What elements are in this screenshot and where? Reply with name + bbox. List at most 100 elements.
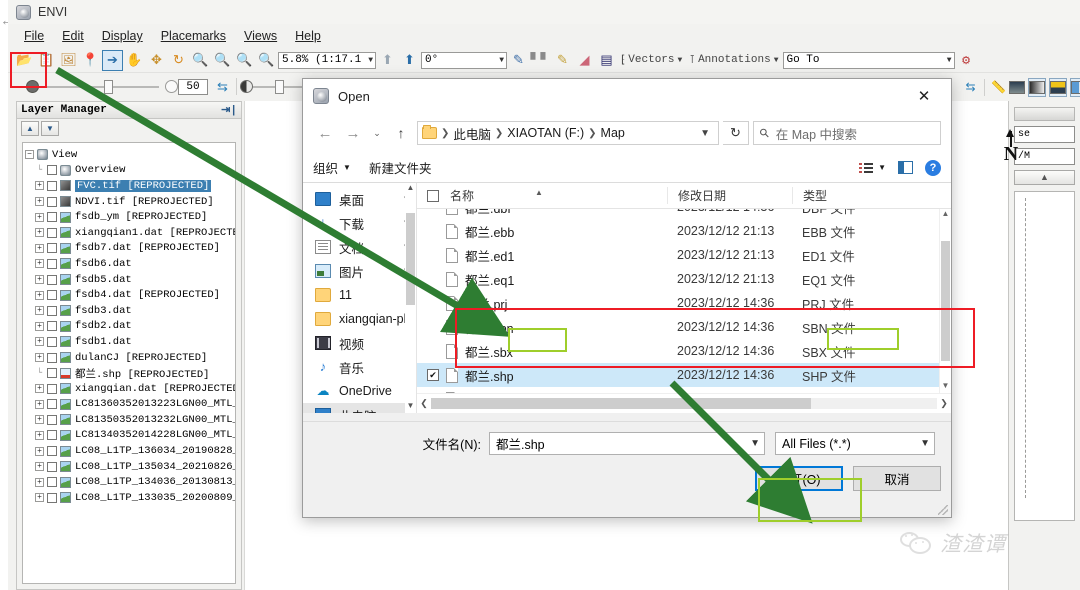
file-row[interactable]: 都兰.sbx 2023/12/12 14:36 SBX 文件 [417, 339, 939, 363]
placemark-pin-icon[interactable]: 📍 [80, 50, 101, 71]
roi-pen-icon[interactable]: ✎ [508, 50, 529, 71]
layer-visibility-checkbox[interactable] [47, 399, 57, 410]
layer-visibility-checkbox[interactable] [47, 383, 57, 394]
zoom-to-selection-icon[interactable]: 🔍 [256, 50, 277, 71]
scroll-left-icon[interactable]: ❮ [417, 398, 431, 409]
organize-menu[interactable]: 组织 ▼ [313, 158, 351, 177]
expand-toggle-icon[interactable]: + [35, 259, 44, 269]
panel-tree-list[interactable] [1014, 191, 1075, 521]
scroll-right-icon[interactable]: ❯ [937, 398, 951, 409]
layer-row[interactable]: + fsdb1.dat [25, 334, 233, 350]
contrast-slider-handle[interactable] [275, 79, 284, 94]
move-layer-down-button[interactable]: ▼ [41, 121, 59, 136]
error-badge-icon[interactable]: ⚙ [956, 50, 977, 71]
menu-views[interactable]: Views [236, 27, 285, 45]
layer-row[interactable]: + dulanCJ [REPROJECTED] [25, 350, 233, 366]
sidebar-item-下载[interactable]: ↓下载✒ [303, 211, 416, 235]
collapse-toggle-icon[interactable]: − [25, 150, 34, 160]
layer-row[interactable]: + NDVI.tif [REPROJECTED] [25, 194, 233, 210]
expand-toggle-icon[interactable]: + [35, 181, 44, 191]
layer-visibility-checkbox[interactable] [47, 258, 57, 269]
zoom-out-icon[interactable]: 🔍 [234, 50, 255, 71]
contrast-track-left[interactable] [253, 85, 275, 88]
zoom-level-combobox[interactable]: 5.8% (1:17.1 ▼ [278, 51, 376, 69]
file-row[interactable]: 都兰.prj 2023/12/12 14:36 PRJ 文件 [417, 291, 939, 315]
new-folder-button[interactable]: 新建文件夹 [369, 158, 432, 177]
vectors-menu[interactable]: ⁅ Vectors ▼ [618, 50, 685, 71]
sidebar-item-此电脑[interactable]: 此电脑 [303, 403, 416, 413]
file-rows-container[interactable]: 都兰.dbf2023/12/12 14:36DBF 文件都兰.ebb2023/1… [417, 209, 939, 393]
column-header-name[interactable]: 名称 ▲ [417, 187, 667, 204]
sidebar-item-桌面[interactable]: 桌面✒ [303, 187, 416, 211]
forward-button[interactable]: → [341, 121, 365, 145]
layer-visibility-checkbox[interactable] [47, 274, 57, 285]
fit-to-window-icon[interactable]: ✥ [146, 50, 167, 71]
layer-tree-root[interactable]: − View [25, 147, 233, 163]
scroll-up-icon[interactable]: ▲ [405, 183, 416, 195]
layer-row[interactable]: + LC08_L1TP_134036_20130813_ [25, 474, 235, 490]
layer-row[interactable]: + LC08_L1TP_133035_20200809_ [25, 490, 235, 506]
resize-grip[interactable] [938, 505, 948, 515]
refresh-view-icon[interactable]: ⇆ [963, 78, 978, 97]
layer-visibility-checkbox[interactable] [47, 212, 57, 223]
menu-edit[interactable]: Edit [54, 27, 92, 45]
expand-toggle-icon[interactable]: + [35, 290, 44, 300]
sidebar-item-图片[interactable]: 图片✒ [303, 259, 416, 283]
scroll-down-icon[interactable]: ▼ [940, 381, 951, 393]
file-list-vertical-scrollbar[interactable]: ▲ ▼ [939, 209, 951, 393]
measure-pen-icon[interactable]: ✎ [552, 50, 573, 71]
pixel-values-icon[interactable]: ▤ [596, 50, 617, 71]
expand-toggle-icon[interactable]: + [35, 462, 44, 472]
close-icon[interactable]: ✕ [903, 80, 945, 112]
layer-row[interactable]: + xiangqian1.dat [REPROJECTED] [25, 225, 235, 241]
chevron-down-icon[interactable]: ▼ [920, 438, 930, 449]
panel-collapse-button[interactable]: ▲ [1014, 170, 1075, 185]
menu-file[interactable]: File [16, 27, 52, 45]
rotate-icon[interactable]: ↻ [168, 50, 189, 71]
zoom-tool-icon[interactable]: 🔍 [190, 50, 211, 71]
brightness-track-right[interactable] [113, 85, 159, 88]
expand-toggle-icon[interactable]: + [35, 212, 44, 222]
expand-toggle-icon[interactable]: + [35, 197, 44, 207]
layer-visibility-checkbox[interactable] [47, 461, 57, 472]
refresh-button[interactable]: ↻ [723, 121, 749, 145]
file-row[interactable]: 都兰.ed1 2023/12/12 21:13 ED1 文件 [417, 243, 939, 267]
region-of-interest-icon[interactable]: ◢ [574, 50, 595, 71]
preview-pane-icon[interactable] [898, 161, 913, 174]
layer-visibility-checkbox[interactable] [47, 243, 57, 254]
layer-row[interactable]: + LC81340352014228LGN00_MTL_ [25, 428, 235, 444]
expand-toggle-icon[interactable]: + [35, 493, 44, 503]
brightness-knob[interactable] [26, 80, 39, 93]
expand-toggle-icon[interactable]: + [35, 228, 44, 238]
transparency-value-input[interactable]: 50 [178, 78, 208, 95]
expand-toggle-icon[interactable]: + [35, 384, 44, 394]
layer-row[interactable]: + fsdb2.dat [25, 319, 233, 335]
layer-visibility-checkbox[interactable] [47, 492, 57, 503]
open-remote-icon[interactable]: 📋 [36, 50, 57, 71]
layer-row[interactable]: + xiangqian.dat [REPROJECTED] [25, 381, 235, 397]
brightness-slider-handle[interactable] [104, 79, 113, 94]
layer-visibility-checkbox[interactable] [47, 180, 57, 191]
pin-panel-icon[interactable]: ⇥| [221, 103, 237, 117]
refresh-display-icon[interactable]: ⇆ [212, 76, 233, 97]
expand-toggle-icon[interactable]: + [35, 353, 44, 363]
two-view-vertical-icon[interactable] [1049, 77, 1067, 97]
layer-visibility-checkbox[interactable] [47, 477, 57, 488]
layer-row[interactable]: └ Overview [25, 163, 233, 179]
help-icon[interactable]: ? [925, 159, 941, 176]
menu-help[interactable]: Help [287, 27, 329, 45]
sidebar-item-文档[interactable]: 文档✒ [303, 235, 416, 259]
layer-visibility-checkbox[interactable] [47, 352, 57, 363]
breadcrumb-item-2[interactable]: Map [601, 126, 625, 140]
zoom-in-icon[interactable]: 🔍 [212, 50, 233, 71]
rotate-custom-icon[interactable]: ⬆ [399, 50, 420, 71]
layer-visibility-checkbox[interactable] [47, 196, 57, 207]
file-row[interactable]: 都兰.sbn 2023/12/12 14:36 SBN 文件 [417, 315, 939, 339]
layer-row[interactable]: + fsdb7.dat [REPROJECTED] [25, 241, 233, 257]
layer-row[interactable]: + fsdb6.dat [25, 256, 233, 272]
expand-toggle-icon[interactable]: + [35, 430, 44, 440]
expand-toggle-icon[interactable]: + [35, 306, 44, 316]
sidebar-item-视频[interactable]: 视频 [303, 331, 416, 355]
layer-visibility-checkbox[interactable] [47, 414, 57, 425]
annotations-menu[interactable]: ⊺ Annotations ▼ [686, 50, 781, 71]
